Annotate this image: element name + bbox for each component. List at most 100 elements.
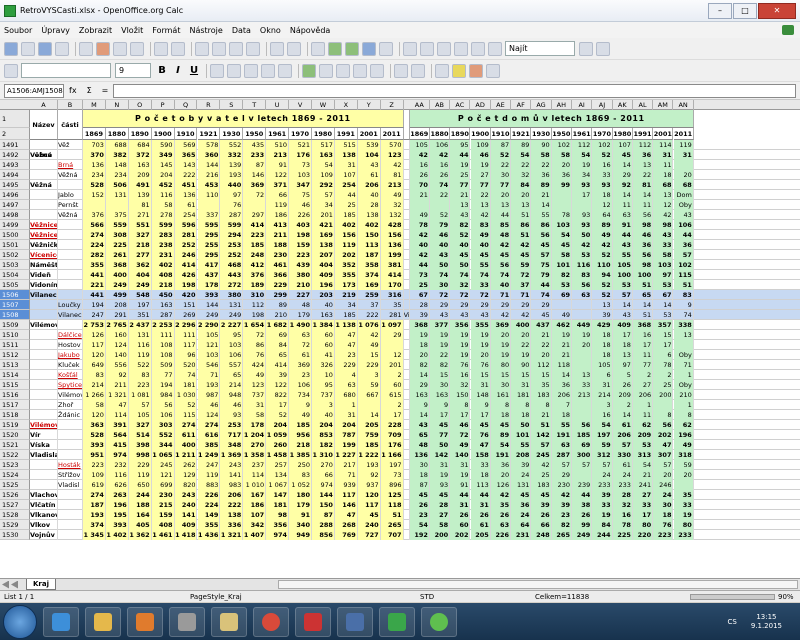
year-header[interactable]: 2001 [653, 128, 674, 140]
houses-cell[interactable]: 58 [551, 250, 572, 260]
houses-cell[interactable]: 89 [531, 180, 552, 190]
obec-cell[interactable] [30, 480, 58, 490]
houses-cell[interactable]: 150 [450, 390, 471, 400]
houses-cell[interactable]: 89 [592, 220, 613, 230]
population-cell[interactable]: 47 [334, 330, 358, 340]
population-cell[interactable]: 271 [128, 210, 152, 220]
spellcheck-icon[interactable] [154, 41, 168, 56]
language-indicator[interactable]: CS [727, 618, 736, 626]
houses-cell[interactable]: 20 [673, 170, 694, 180]
houses-cell[interactable]: 56 [632, 210, 654, 220]
houses-cell[interactable]: 57 [612, 440, 633, 450]
column-header[interactable]: T [243, 100, 267, 110]
houses-cell[interactable]: 40 [470, 240, 491, 250]
houses-cell[interactable]: 72 [430, 290, 451, 300]
increase-indent-icon[interactable] [411, 63, 425, 78]
population-cell[interactable]: 193 [197, 380, 221, 390]
cast-cell[interactable] [58, 440, 83, 450]
houses-cell[interactable]: 56 [531, 230, 552, 240]
row-header[interactable]: 1504 [0, 270, 30, 280]
houses-cell[interactable]: 63 [612, 210, 633, 220]
houses-cell[interactable]: 51 [673, 280, 694, 290]
row-header[interactable]: 1508 [0, 310, 30, 320]
houses-cell[interactable]: 43 [613, 310, 633, 320]
population-cell[interactable]: 382 [105, 150, 129, 160]
population-cell[interactable]: 49 [380, 190, 404, 200]
cast-cell[interactable] [58, 270, 83, 280]
population-cell[interactable]: 274 [174, 420, 198, 430]
obec-cell[interactable]: Vlkanov [30, 510, 58, 520]
houses-cell[interactable]: 109 [470, 140, 491, 150]
houses-cell[interactable]: 1 [673, 370, 694, 380]
population-cell[interactable]: 72 [289, 340, 312, 350]
houses-cell[interactable]: 52 [592, 150, 613, 160]
houses-cell[interactable]: 31 [470, 380, 491, 390]
houses-cell[interactable]: 287 [551, 450, 572, 460]
print-icon[interactable] [113, 41, 127, 56]
population-cell[interactable]: 376 [243, 270, 267, 280]
menu-data[interactable]: Data [232, 26, 251, 35]
houses-cell[interactable]: 24 [511, 510, 532, 520]
row-header[interactable]: 1494 [0, 170, 30, 180]
population-cell[interactable]: 883 [197, 480, 221, 490]
population-cell[interactable]: 356 [266, 520, 290, 530]
population-cell[interactable]: 218 [128, 240, 152, 250]
population-cell[interactable]: 247 [83, 310, 106, 320]
houses-cell[interactable]: 265 [551, 530, 572, 540]
houses-cell[interactable]: 73 [409, 270, 430, 280]
population-cell[interactable]: 1 138 [334, 320, 358, 330]
houses-cell[interactable]: 19 [673, 510, 694, 520]
format-paintbrush-icon[interactable] [246, 41, 260, 56]
houses-cell[interactable]: 46 [470, 150, 491, 160]
houses-cell[interactable]: 18 [653, 170, 674, 180]
houses-cell[interactable]: 14 [531, 200, 552, 210]
obec-cell[interactable]: Věžná [30, 180, 58, 190]
population-cell[interactable]: 2 437 [128, 320, 152, 330]
row-header[interactable]: 1498 [0, 210, 30, 220]
houses-cell[interactable]: 24 [592, 470, 613, 480]
population-cell[interactable]: 185 [357, 440, 381, 450]
population-cell[interactable]: 414 [266, 360, 290, 370]
population-cell[interactable]: 31 [243, 400, 267, 410]
houses-cell[interactable]: 45 [612, 150, 633, 160]
houses-cell[interactable]: 52 [592, 250, 613, 260]
houses-cell[interactable]: 13 [490, 200, 512, 210]
houses-cell[interactable]: 56 [572, 420, 593, 430]
obec-cell[interactable] [30, 470, 58, 480]
population-cell[interactable]: 308 [105, 230, 129, 240]
houses-cell[interactable]: 226 [490, 530, 512, 540]
houses-cell[interactable]: 11 [632, 350, 654, 360]
population-cell[interactable]: 185 [334, 210, 358, 220]
population-cell[interactable]: 1 402 [105, 530, 129, 540]
population-cell[interactable]: 245 [151, 460, 175, 470]
houses-cell[interactable]: 249 [572, 530, 593, 540]
population-cell[interactable]: 194 [151, 380, 175, 390]
houses-cell[interactable]: 206 [612, 430, 633, 440]
houses-cell[interactable]: 42 [490, 240, 512, 250]
row-header[interactable]: 1495 [0, 180, 30, 190]
houses-cell[interactable]: 97 [612, 360, 633, 370]
houses-cell[interactable]: 15 [531, 370, 552, 380]
population-cell[interactable]: 185 [289, 420, 312, 430]
population-cell[interactable]: 189 [243, 280, 267, 290]
population-cell[interactable]: 599 [220, 220, 244, 230]
houses-cell[interactable]: 28 [410, 300, 430, 310]
population-cell[interactable]: 409 [174, 520, 198, 530]
houses-cell[interactable]: 43 [430, 310, 451, 320]
population-cell[interactable]: 355 [197, 520, 221, 530]
houses-cell[interactable]: 32 [612, 500, 633, 510]
houses-cell[interactable]: 210 [673, 390, 694, 400]
population-cell[interactable]: 974 [105, 450, 129, 460]
obec-cell[interactable] [30, 330, 58, 340]
houses-cell[interactable]: 43 [409, 420, 430, 430]
houses-cell[interactable]: 95 [450, 140, 471, 150]
houses-cell[interactable]: 61 [612, 460, 633, 470]
column-header[interactable]: Q [175, 100, 198, 110]
population-cell[interactable]: 551 [128, 220, 152, 230]
houses-cell[interactable]: 20 [490, 190, 512, 200]
houses-cell[interactable]: 31 [592, 380, 613, 390]
background-color-icon[interactable] [452, 63, 466, 78]
houses-cell[interactable]: 75 [531, 260, 552, 270]
row-header[interactable]: 1529 [0, 520, 30, 530]
population-cell[interactable]: 369 [243, 180, 267, 190]
